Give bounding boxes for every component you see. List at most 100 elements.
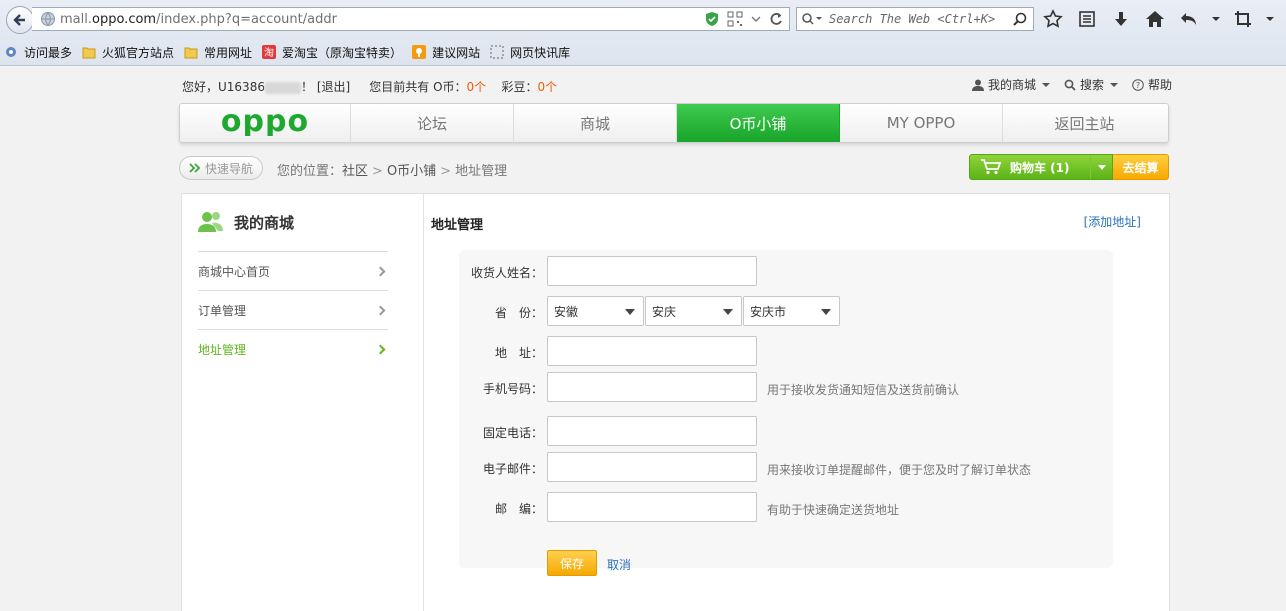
mobile-hint: 用于接收发货通知短信及送货前确认 xyxy=(767,383,960,397)
row-phone: 固定电话： xyxy=(459,416,1113,446)
crumb-bar: 快速导航 您的位置：社区 > O币小铺 > 地址管理 购物车 (1) 去结算 xyxy=(179,154,1169,182)
nav-ocoin-shop[interactable]: O币小铺 xyxy=(677,104,840,142)
back-button[interactable] xyxy=(6,6,34,34)
crop-icon[interactable] xyxy=(1232,9,1254,29)
url-text: mall.oppo.com/index.php?q=account/addr xyxy=(60,11,337,27)
folder-icon xyxy=(82,47,96,59)
zip-hint: 有助于快速确定送货地址 xyxy=(767,503,900,517)
back-arrow-icon xyxy=(13,14,25,26)
row-province: 省 份： 安徽 安庆 安庆市 xyxy=(459,296,1113,326)
coins-value: 0个 xyxy=(466,80,487,94)
globe-icon xyxy=(41,12,55,26)
chevron-right-icon xyxy=(375,344,386,355)
zip-input[interactable] xyxy=(547,492,757,522)
email-label: 电子邮件： xyxy=(482,462,543,476)
user-bar: 您好，U16386！ [退出] 您目前共有 O币：0个 彩豆：0个 我的商城 搜… xyxy=(182,76,1172,96)
bookmark-common-sites[interactable]: 常用网址 xyxy=(184,44,252,61)
cart-button[interactable]: 购物车 (1) xyxy=(969,154,1113,180)
bookmark-most-visited[interactable]: 访问最多 xyxy=(4,44,72,61)
search-engine-icon[interactable] xyxy=(801,12,823,26)
svg-text:淘: 淘 xyxy=(264,46,274,59)
caret-down-icon xyxy=(1109,82,1118,87)
reload-icon[interactable] xyxy=(769,12,783,26)
download-icon[interactable] xyxy=(1110,9,1132,29)
bookmark-web-slices[interactable]: 网页快讯库 xyxy=(490,44,570,61)
cart-icon xyxy=(981,159,1002,175)
cart-dropdown-icon[interactable] xyxy=(1090,155,1112,179)
shield-icon[interactable] xyxy=(705,11,719,27)
sidebar-item-address[interactable]: 地址管理 xyxy=(198,330,388,369)
dropdown-arrow-icon[interactable] xyxy=(751,14,761,24)
gear-icon xyxy=(6,47,16,57)
select-arrow-icon xyxy=(723,309,733,315)
sidebar-item-orders[interactable]: 订单管理 xyxy=(198,291,388,330)
help-icon: ? xyxy=(1132,78,1144,91)
sidebar-header: 我的商城 xyxy=(198,210,294,234)
help-link[interactable]: ? 帮助 xyxy=(1132,76,1172,93)
beans-value: 0个 xyxy=(537,80,558,94)
nav-mall[interactable]: 商城 xyxy=(514,104,677,142)
home-icon[interactable] xyxy=(1144,9,1166,29)
nav-my-oppo[interactable]: MY OPPO xyxy=(840,104,1003,142)
search-placeholder: Search The Web <Ctrl+K> xyxy=(829,12,996,26)
caret-down-icon xyxy=(1041,82,1050,87)
nav-main-site[interactable]: 返回主站 xyxy=(1003,104,1166,142)
select-arrow-icon xyxy=(625,309,635,315)
district-select[interactable]: 安庆市 xyxy=(743,296,840,326)
address-input[interactable] xyxy=(547,336,757,366)
add-address-link[interactable]: [添加地址] xyxy=(1084,213,1141,230)
undo-dropdown-icon[interactable] xyxy=(1212,9,1220,29)
quick-nav-button[interactable]: 快速导航 xyxy=(179,156,263,180)
address-bar[interactable]: mall.oppo.com/index.php?q=account/addr xyxy=(32,7,790,31)
breadcrumb-community[interactable]: 社区 xyxy=(342,164,368,179)
magnifier-icon xyxy=(1064,79,1076,91)
logout-link[interactable]: [退出] xyxy=(317,80,350,94)
breadcrumb-ocoin-shop[interactable]: O币小铺 xyxy=(387,164,436,179)
crop-dropdown-icon[interactable] xyxy=(1266,9,1274,29)
redacted-username xyxy=(264,81,301,94)
sidebar-item-mall-home[interactable]: 商城中心首页 xyxy=(198,252,388,291)
star-icon[interactable] xyxy=(1042,9,1064,29)
bookmark-suggested[interactable]: 建议网站 xyxy=(412,44,480,61)
row-mobile: 手机号码： 用于接收发货通知短信及送货前确认 xyxy=(459,372,1113,402)
mobile-input[interactable] xyxy=(547,372,757,402)
zip-label: 邮 编： xyxy=(494,502,543,516)
folder-icon xyxy=(184,47,198,59)
email-input[interactable] xyxy=(547,452,757,482)
oppo-logo-graphic: oppo xyxy=(221,110,308,136)
undo-icon[interactable] xyxy=(1178,9,1200,29)
row-zip: 邮 编： 有助于快速确定送货地址 xyxy=(459,492,1113,522)
chevron-right-icon xyxy=(375,266,386,276)
page: 您好，U16386！ [退出] 您目前共有 O币：0个 彩豆：0个 我的商城 搜… xyxy=(0,66,1286,611)
taobao-icon: 淘 xyxy=(262,45,277,59)
reading-list-icon[interactable] xyxy=(1076,9,1098,29)
oppo-logo[interactable]: oppo xyxy=(180,104,351,142)
select-arrow-icon xyxy=(821,309,831,315)
phone-label: 固定电话： xyxy=(482,426,543,440)
bulb-icon xyxy=(412,45,427,59)
search-menu[interactable]: 搜索 xyxy=(1064,76,1118,93)
province-select[interactable]: 安徽 xyxy=(547,296,644,326)
svg-text:?: ? xyxy=(1136,81,1140,90)
name-input[interactable] xyxy=(547,256,757,286)
breadcrumb: 您的位置：社区 > O币小铺 > 地址管理 xyxy=(277,164,508,179)
address-form: 收货人姓名： 省 份： 安徽 安庆 安庆市 地 址： 手机号码： 用于接收发货通… xyxy=(459,250,1113,576)
qrcode-icon[interactable] xyxy=(727,11,743,27)
province-label: 省 份： xyxy=(494,306,543,320)
phone-input[interactable] xyxy=(547,416,757,446)
beans-label: 彩豆： xyxy=(501,80,538,94)
search-icon[interactable] xyxy=(1013,12,1027,26)
my-mall-menu[interactable]: 我的商城 xyxy=(971,76,1050,93)
checkout-button[interactable]: 去结算 xyxy=(1113,154,1169,180)
city-select[interactable]: 安庆 xyxy=(645,296,742,326)
double-chevron-icon xyxy=(189,163,201,173)
sidebar-title: 我的商城 xyxy=(234,213,295,232)
bookmark-taobao[interactable]: 淘 爱淘宝（原淘宝特卖） xyxy=(262,44,402,61)
nav-forum[interactable]: 论坛 xyxy=(351,104,514,142)
content-panel: 我的商城 商城中心首页 订单管理 地址管理 地址管理 [添加地址] 收货人姓名：… xyxy=(181,193,1170,611)
cancel-link[interactable]: 取消 xyxy=(607,556,631,573)
row-email: 电子邮件： 用来接收订单提醒邮件，便于您及时了解订单状态 xyxy=(459,452,1113,482)
save-button[interactable]: 保存 xyxy=(547,550,597,576)
bookmark-firefox-site[interactable]: 火狐官方站点 xyxy=(82,44,174,61)
search-bar[interactable]: Search The Web <Ctrl+K> xyxy=(796,7,1034,31)
